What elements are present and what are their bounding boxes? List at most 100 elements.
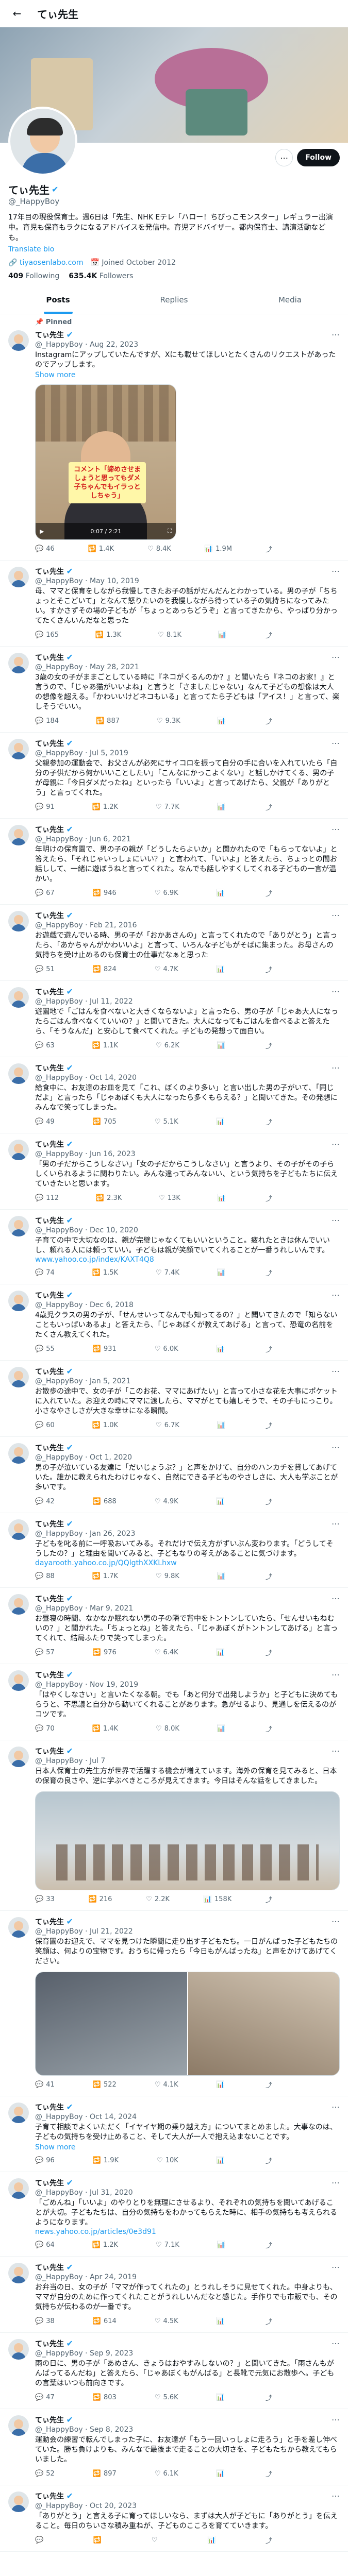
reply-button[interactable]: 💬 60	[35, 1420, 55, 1430]
show-more-link[interactable]: Show more	[35, 2143, 340, 2151]
tweet-handle[interactable]: @_HappyBoy	[35, 1226, 83, 1234]
tweet-handle[interactable]: @_HappyBoy	[35, 2273, 83, 2281]
tweet-more-icon[interactable]: ⋯	[332, 567, 340, 576]
tweet-avatar[interactable]	[8, 653, 29, 673]
tweet[interactable]: ⋯ てぃ先生 ✔ @_HappyBoy · Jun 16, 2023 「男の子だからこ…	[0, 1133, 348, 1210]
tweet-date[interactable]: Dec 10, 2020	[90, 1226, 138, 1234]
tweet-avatar[interactable]	[8, 987, 29, 1008]
more-options-icon[interactable]: ⋯	[275, 149, 293, 166]
views-button[interactable]: 📊	[217, 802, 228, 812]
share-button[interactable]: ⤴	[266, 2156, 272, 2165]
reply-button[interactable]: 💬 64	[35, 2240, 55, 2250]
tweet-more-icon[interactable]: ⋯	[332, 1594, 340, 1603]
tweet-author[interactable]: てぃ先生	[35, 826, 64, 834]
views-button[interactable]: 📊	[217, 1117, 227, 1127]
tweet-more-icon[interactable]: ⋯	[332, 1670, 340, 1680]
tweet[interactable]: ⋯ てぃ先生 ✔ @_HappyBoy · Aug 22, 2023 Instagra…	[0, 328, 348, 561]
tweet-handle[interactable]: @_HappyBoy	[35, 2113, 83, 2121]
share-button[interactable]: ⤴	[266, 1497, 272, 1506]
tweet-avatar[interactable]	[8, 330, 29, 351]
share-button[interactable]: ⤴	[266, 1268, 272, 1278]
reply-button[interactable]: 💬 67	[35, 888, 55, 898]
repost-button[interactable]: 🔁 887	[96, 716, 120, 726]
reply-button[interactable]: 💬 47	[35, 2393, 55, 2402]
tweet-photo[interactable]	[35, 1972, 340, 2076]
tweet-more-icon[interactable]: ⋯	[332, 1216, 340, 1225]
tweet-date[interactable]: Feb 21, 2016	[90, 921, 137, 929]
tweet-author[interactable]: てぃ先生	[35, 1671, 64, 1680]
tweet-date[interactable]: Jul 21, 2022	[90, 1927, 133, 1936]
tweet-date[interactable]: Sep 9, 2023	[90, 2349, 133, 2358]
share-button[interactable]: ⤴	[266, 1344, 272, 1354]
reply-button[interactable]: 💬 49	[35, 1117, 55, 1127]
tab-posts[interactable]: Posts	[0, 286, 116, 314]
tweet[interactable]: ⋯ てぃ先生 ✔ @_HappyBoy · May 10, 2019 母、ママと保育を…	[0, 561, 348, 647]
tweet[interactable]: ⋯ てぃ先生 ✔ @_HappyBoy · Oct 20, 2023 「ありがとう」と…	[0, 2485, 348, 2552]
tweet[interactable]: ⋯ てぃ先生 ✔ @_HappyBoy · Feb 21, 2016 お遊戯で遊んでい…	[0, 905, 348, 981]
tweet-handle[interactable]: @_HappyBoy	[35, 2426, 83, 2434]
tweet-author[interactable]: てぃ先生	[35, 1748, 64, 1756]
repost-button[interactable]: 🔁 1.4K	[88, 544, 114, 554]
tweet-author[interactable]: てぃ先生	[35, 1141, 64, 1149]
tweet-handle[interactable]: @_HappyBoy	[35, 577, 83, 585]
share-button[interactable]: ⤴	[266, 964, 272, 974]
like-button[interactable]: ♡ 6.0K	[155, 1344, 178, 1354]
like-button[interactable]: ♡ 8.4K	[147, 544, 171, 554]
tweet-avatar[interactable]	[8, 1291, 29, 1311]
tweet-author[interactable]: てぃ先生	[35, 331, 64, 340]
share-button[interactable]: ⤴	[266, 544, 272, 554]
like-button[interactable]: ♡ 5.1K	[155, 1117, 178, 1127]
tweet-more-icon[interactable]: ⋯	[332, 1443, 340, 1452]
repost-button[interactable]: 🔁	[93, 2535, 104, 2545]
tweet-handle[interactable]: @_HappyBoy	[35, 341, 83, 349]
repost-button[interactable]: 🔁 2.3K	[96, 1193, 122, 1203]
repost-button[interactable]: 🔁 1.2K	[92, 2240, 118, 2250]
tweet[interactable]: ⋯ てぃ先生 ✔ @_HappyBoy · Sep 8, 2023 運動会の練習で転ん…	[0, 2409, 348, 2485]
tweet-handle[interactable]: @_HappyBoy	[35, 2502, 83, 2510]
reply-button[interactable]: 💬 38	[35, 2316, 55, 2326]
reply-button[interactable]: 💬 57	[35, 1648, 55, 1657]
tweet-more-icon[interactable]: ⋯	[332, 739, 340, 748]
tweet-more-icon[interactable]: ⋯	[332, 2339, 340, 2348]
tweet-author[interactable]: てぃ先生	[35, 1292, 64, 1300]
views-button[interactable]: 📊	[217, 1497, 227, 1506]
tweet-handle[interactable]: @_HappyBoy	[35, 663, 83, 671]
tweet-handle[interactable]: @_HappyBoy	[35, 2189, 83, 2197]
tweet-link[interactable]: news.yahoo.co.jp/articles/0e3d91	[35, 2228, 340, 2236]
views-button[interactable]: 📊	[217, 2469, 227, 2479]
repost-button[interactable]: 🔁 824	[93, 964, 117, 974]
tweet[interactable]: ⋯ てぃ先生 ✔ @_HappyBoy · Jan 26, 2023 子どもを叱る前に…	[0, 1513, 348, 1588]
share-button[interactable]: ⤴	[266, 1571, 272, 1581]
tweet-avatar[interactable]	[8, 1063, 29, 1084]
share-button[interactable]: ⤴	[266, 1117, 272, 1127]
tweet[interactable]: ⋯ てぃ先生 ✔ @_HappyBoy · Jun 6, 2021 年明けの保育園で、…	[0, 819, 348, 905]
reply-button[interactable]: 💬 88	[35, 1571, 55, 1581]
tweet-date[interactable]: Aug 22, 2023	[90, 341, 138, 349]
share-button[interactable]: ⤴	[266, 1648, 272, 1657]
like-button[interactable]: ♡ 7.4K	[156, 1268, 179, 1278]
tweet-avatar[interactable]	[8, 2178, 29, 2199]
share-button[interactable]: ⤴	[266, 888, 272, 898]
tweet-author[interactable]: てぃ先生	[35, 1444, 64, 1452]
share-button[interactable]: ⤴	[266, 630, 272, 640]
reply-button[interactable]: 💬	[35, 2535, 46, 2545]
tweet-date[interactable]: Oct 14, 2024	[90, 2113, 137, 2121]
like-button[interactable]: ♡ 6.7K	[156, 1420, 179, 1430]
tweet-handle[interactable]: @_HappyBoy	[35, 1604, 83, 1613]
tweet[interactable]: ⋯ てぃ先生 ✔ @_HappyBoy · Sep 9, 2023 雨の日に、男の子が…	[0, 2333, 348, 2409]
like-button[interactable]: ♡ 9.8K	[156, 1571, 179, 1581]
repost-button[interactable]: 🔁 1.0K	[92, 1420, 118, 1430]
share-button[interactable]: ⤴	[266, 716, 272, 726]
repost-button[interactable]: 🔁 1.3K	[95, 630, 121, 640]
share-button[interactable]: ⤴	[266, 2535, 272, 2545]
tweet-more-icon[interactable]: ⋯	[332, 1291, 340, 1300]
repost-button[interactable]: 🔁 803	[93, 2393, 117, 2402]
tweet-avatar[interactable]	[8, 739, 29, 759]
tweet-author[interactable]: てぃ先生	[35, 2340, 64, 2348]
views-button[interactable]: 📊	[217, 1724, 228, 1734]
tweet-author[interactable]: てぃ先生	[35, 1217, 64, 1225]
views-button[interactable]: 📊	[217, 1344, 227, 1354]
fullscreen-icon[interactable]: ⛶	[168, 528, 172, 535]
repost-button[interactable]: 🔁 688	[93, 1497, 117, 1506]
views-button[interactable]: 📊 158K	[204, 1894, 232, 1904]
